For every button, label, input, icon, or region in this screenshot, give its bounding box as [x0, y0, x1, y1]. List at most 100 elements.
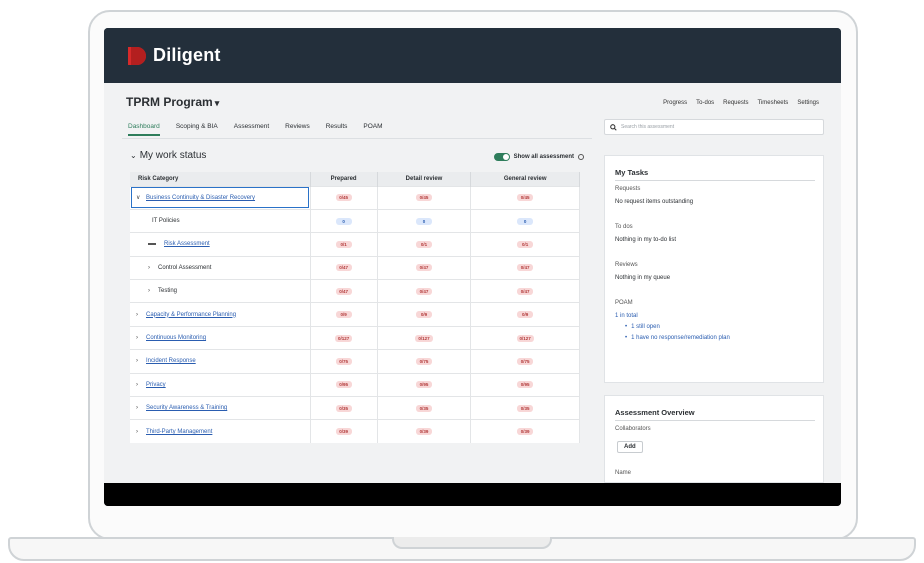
chevron-right-icon[interactable]: ›: [136, 358, 146, 364]
status-badge: 0/39: [517, 428, 534, 436]
chevron-right-icon[interactable]: ›: [148, 265, 158, 271]
column-header-risk-category[interactable]: Risk Category: [130, 172, 311, 186]
prepared-cell: 0/45: [310, 185, 378, 210]
risk-category-label[interactable]: Third-Party Management: [146, 429, 212, 435]
table-row[interactable]: IT Policies 0 0 0: [130, 208, 580, 233]
status-badge: 0/47: [335, 264, 352, 272]
chevron-right-icon[interactable]: ›: [136, 429, 146, 435]
column-header-detail-review[interactable]: Detail review: [377, 172, 472, 186]
prepared-cell: 0/35: [310, 396, 378, 420]
status-badge: 0/45: [416, 194, 432, 202]
status-badge: 0/95: [517, 381, 534, 389]
add-collaborator-button[interactable]: Add: [617, 441, 643, 453]
risk-category-cell[interactable]: › Incident Response: [130, 349, 311, 374]
prepared-cell: 0/9: [310, 302, 378, 327]
risk-category-label[interactable]: Risk Assessment: [164, 241, 210, 247]
chevron-right-icon[interactable]: ›: [148, 288, 158, 294]
table-row[interactable]: › Privacy 0/95 0/95 0/95: [130, 372, 580, 397]
risk-category-cell[interactable]: › Control Assessment: [130, 255, 311, 280]
risk-category-cell[interactable]: › Security Awareness & Training: [130, 396, 311, 420]
column-header-prepared[interactable]: Prepared: [310, 172, 378, 186]
my-tasks-title: My Tasks: [615, 168, 649, 177]
tab-divider: [122, 138, 592, 139]
link-todos[interactable]: To-dos: [696, 100, 714, 106]
tab-poam[interactable]: POAM: [363, 123, 382, 136]
search-input[interactable]: Search this assessment: [604, 119, 824, 135]
risk-category-cell[interactable]: › Testing: [130, 279, 311, 303]
prepared-cell: 0/127: [310, 325, 378, 350]
collapse-icon[interactable]: [148, 242, 156, 245]
table-row[interactable]: ∨ Business Continuity & Disaster Recovery…: [130, 185, 580, 210]
risk-category-cell[interactable]: IT Policies: [130, 208, 311, 233]
page-title[interactable]: TPRM Program ▾: [126, 95, 219, 109]
risk-category-label[interactable]: Continuous Monitoring: [146, 335, 206, 341]
status-badge: 0/127: [516, 334, 534, 342]
poam-total-link[interactable]: 1 in total: [615, 313, 638, 319]
assessment-overview-card: Assessment Overview Collaborators Add Na…: [604, 395, 824, 483]
chevron-right-icon[interactable]: ›: [136, 405, 146, 411]
work-status-header[interactable]: ⌄ My work status: [130, 150, 206, 161]
risk-category-cell[interactable]: ∨ Business Continuity & Disaster Recovery: [130, 185, 311, 210]
risk-category-label[interactable]: Security Awareness & Training: [146, 405, 227, 411]
detail-review-cell: 0/95: [377, 372, 472, 397]
detail-review-cell: 0/47: [377, 279, 472, 303]
status-badge: 0/45: [335, 194, 352, 202]
table-row[interactable]: › Incident Response 0/75 0/75 0/75: [130, 349, 580, 374]
info-icon[interactable]: [578, 154, 584, 160]
link-timesheets[interactable]: Timesheets: [758, 100, 789, 106]
table-row[interactable]: › Control Assessment 0/47 0/47 0/47: [130, 255, 580, 280]
link-settings[interactable]: Settings: [797, 100, 819, 106]
detail-review-cell: 0/127: [377, 325, 472, 350]
search-placeholder: Search this assessment: [621, 124, 675, 130]
poam-open-link[interactable]: 1 still open: [625, 324, 660, 330]
tab-reviews[interactable]: Reviews: [285, 123, 310, 136]
risk-category-label[interactable]: Capacity & Performance Planning: [146, 312, 236, 318]
status-badge: 0/47: [335, 287, 352, 295]
chevron-down-icon[interactable]: ∨: [136, 194, 146, 201]
link-requests[interactable]: Requests: [723, 100, 748, 106]
status-badge: 0/35: [335, 404, 352, 412]
work-status-rows: ∨ Business Continuity & Disaster Recovery…: [130, 185, 580, 444]
tab-assessment[interactable]: Assessment: [234, 123, 269, 136]
detail-review-cell: 0/1: [377, 232, 472, 257]
risk-category-label[interactable]: Business Continuity & Disaster Recovery: [146, 195, 255, 201]
status-badge: 0/75: [517, 357, 534, 365]
overview-title: Assessment Overview: [615, 408, 695, 417]
risk-category-cell[interactable]: Risk Assessment: [130, 232, 311, 257]
risk-category-label[interactable]: Privacy: [146, 382, 166, 388]
risk-category-label: IT Policies: [152, 218, 180, 225]
risk-category-cell[interactable]: › Capacity & Performance Planning: [130, 302, 311, 327]
table-row[interactable]: › Security Awareness & Training 0/35 0/35 0/…: [130, 396, 580, 420]
link-progress[interactable]: Progress: [663, 100, 687, 106]
table-row[interactable]: › Third-Party Management 0/39 0/39 0/39: [130, 419, 580, 444]
risk-category-cell[interactable]: › Third-Party Management: [130, 419, 311, 444]
table-row[interactable]: › Testing 0/47 0/47 0/47: [130, 279, 580, 303]
todos-label: To dos: [615, 224, 633, 230]
general-review-cell: 0/1: [470, 232, 580, 257]
table-row[interactable]: Risk Assessment 0/1 0/1 0/1: [130, 232, 580, 257]
laptop-notch: [392, 537, 552, 549]
show-all-toggle[interactable]: [493, 153, 510, 161]
chevron-right-icon[interactable]: ›: [136, 335, 146, 341]
table-row[interactable]: › Continuous Monitoring 0/127 0/127 0/127: [130, 325, 580, 350]
tab-scoping-bia[interactable]: Scoping & BIA: [176, 123, 218, 136]
tab-results[interactable]: Results: [326, 123, 348, 136]
status-badge: 0/1: [416, 240, 432, 248]
risk-category-label[interactable]: Incident Response: [146, 358, 196, 364]
general-review-cell: 0/127: [470, 325, 580, 350]
app-topbar: Diligent: [104, 28, 841, 83]
requests-label: Requests: [615, 186, 641, 192]
diligent-logo-icon: [128, 47, 146, 65]
reviews-value: Nothing in my queue: [615, 275, 671, 281]
tab-bar: Dashboard Scoping & BIA Assessment Revie…: [128, 123, 383, 136]
risk-category-cell[interactable]: › Privacy: [130, 372, 311, 397]
chevron-right-icon[interactable]: ›: [136, 312, 146, 318]
table-row[interactable]: › Capacity & Performance Planning 0/9 0/9 0/…: [130, 302, 580, 327]
tab-dashboard[interactable]: Dashboard: [128, 123, 160, 136]
screen-bottom-strip: [104, 483, 841, 506]
chevron-right-icon[interactable]: ›: [136, 382, 146, 388]
column-header-general-review[interactable]: General review: [470, 172, 580, 186]
poam-no-plan-link[interactable]: 1 have no response/remediation plan: [625, 335, 730, 341]
program-title: TPRM Program: [126, 95, 213, 109]
risk-category-cell[interactable]: › Continuous Monitoring: [130, 325, 311, 350]
